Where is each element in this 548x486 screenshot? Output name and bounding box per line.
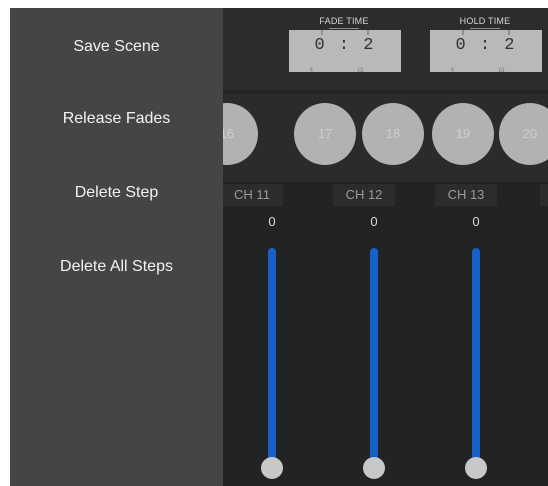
channel-11-slider-knob[interactable] — [261, 457, 283, 479]
channel-value-13: 0 — [472, 214, 480, 229]
main-panel: FADE TIME 0 : 2 1 0 HOLD TIME — [223, 8, 548, 486]
step-button-20[interactable]: 20 — [499, 103, 548, 165]
hold-time-value: 0 : 2 — [430, 36, 542, 55]
fade-time-separator: : — [338, 36, 352, 55]
scene-editor: Save Scene Release Fades Delete Step Del… — [10, 8, 548, 486]
channel-13-slider-track[interactable] — [472, 248, 480, 470]
hold-time-minutes: 0 — [455, 36, 468, 55]
step-button-18[interactable]: 18 — [362, 103, 424, 165]
channel-13-slider-knob[interactable] — [465, 457, 487, 479]
hold-time-seconds: 2 — [504, 36, 517, 55]
hold-time-label: HOLD TIME — [459, 16, 511, 26]
save-scene-button[interactable]: Save Scene — [10, 32, 223, 62]
spinner-tick — [321, 30, 323, 35]
fade-time-minutes: 0 — [314, 36, 327, 55]
spinner-tick — [462, 30, 464, 35]
spinner-tick — [508, 30, 510, 35]
fade-time-underline — [329, 28, 359, 29]
fade-time-label: FADE TIME — [319, 16, 369, 26]
step-button-row: 16 17 18 19 20 — [223, 94, 548, 182]
channel-label-11: CH 11 — [223, 184, 283, 206]
spinner-tick — [367, 30, 369, 35]
step-button-19[interactable]: 19 — [432, 103, 494, 165]
step-button-16[interactable]: 16 — [223, 103, 258, 165]
delete-all-steps-button[interactable]: Delete All Steps — [10, 252, 223, 282]
hold-time-underline — [470, 28, 500, 29]
hold-time-next-row: 1 0 — [430, 67, 542, 72]
timer-bar: FADE TIME 0 : 2 1 0 HOLD TIME — [223, 8, 548, 90]
channel-label-14-partial — [540, 184, 548, 206]
hold-time-separator: : — [479, 36, 493, 55]
hold-time-spinner[interactable]: 0 : 2 1 0 — [430, 30, 542, 72]
step-button-17[interactable]: 17 — [294, 103, 356, 165]
channel-12-slider-knob[interactable] — [363, 457, 385, 479]
fade-time-spinner[interactable]: 0 : 2 1 0 — [289, 30, 401, 72]
release-fades-button[interactable]: Release Fades — [10, 104, 223, 134]
channel-value-11: 0 — [268, 214, 276, 229]
fade-time-next-row: 1 0 — [289, 67, 401, 72]
fade-time-value: 0 : 2 — [289, 36, 401, 55]
sidebar: Save Scene Release Fades Delete Step Del… — [10, 8, 223, 486]
channel-label-13: CH 13 — [435, 184, 497, 206]
channel-11-slider-track[interactable] — [268, 248, 276, 470]
channel-12-slider-track[interactable] — [370, 248, 378, 470]
delete-step-button[interactable]: Delete Step — [10, 178, 223, 208]
channel-value-12: 0 — [370, 214, 378, 229]
fade-time-seconds: 2 — [363, 36, 376, 55]
channel-label-12: CH 12 — [333, 184, 395, 206]
